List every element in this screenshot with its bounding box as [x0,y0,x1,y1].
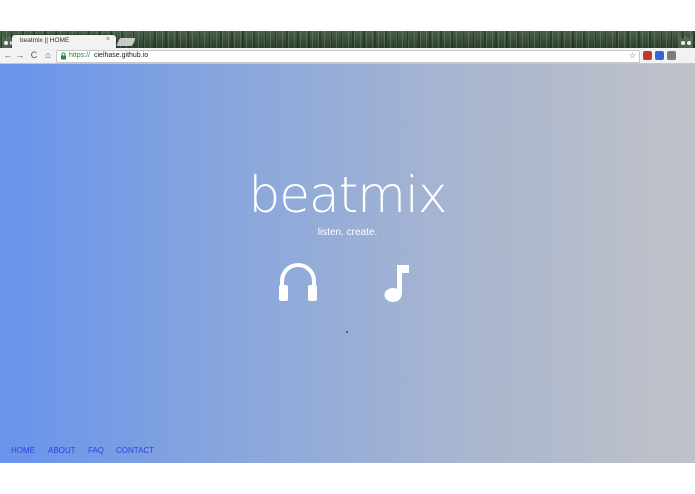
page-title: beatmix [248,166,448,224]
nav-faq-link[interactable]: FAQ [88,446,104,455]
tab-title: beatmix || HOME [20,37,70,44]
browser-toolbar: ← → C ⌂ https:// cielhase.github.io ☆ [0,48,695,64]
url-host: cielhase.github.io [94,52,149,59]
url-scheme: https:// [69,52,91,59]
forward-icon[interactable]: → [14,49,26,61]
page-content: beatmix listen. create. HOME ABOUT FAQ C… [0,64,695,465]
back-icon[interactable]: ← [2,49,14,61]
bookmark-star-icon[interactable]: ☆ [629,51,636,60]
nav-home-link[interactable]: HOME [11,446,35,455]
lock-icon [61,52,66,60]
browser-window: beatmix || HOME × ← → C ⌂ https:// cielh… [0,31,695,465]
reload-icon[interactable]: C [28,49,40,61]
nav-about-link[interactable]: ABOUT [48,446,76,455]
tab-beatmix-home[interactable]: beatmix || HOME × [12,35,116,48]
loading-dot [346,331,348,333]
extension-icon-1[interactable] [643,51,652,60]
page-subtitle: listen. create. [317,227,378,238]
extension-icon-3[interactable] [667,51,676,60]
music-note-icon[interactable] [382,264,412,304]
extension-icon-2[interactable] [655,51,664,60]
bottom-margin [0,463,695,494]
nav-contact-link[interactable]: CONTACT [116,446,154,455]
close-icon[interactable]: × [106,36,110,43]
address-bar[interactable]: https:// cielhase.github.io ☆ [56,50,640,63]
home-icon[interactable]: ⌂ [42,49,54,61]
top-margin [0,0,695,31]
headphones-icon[interactable] [278,261,318,303]
